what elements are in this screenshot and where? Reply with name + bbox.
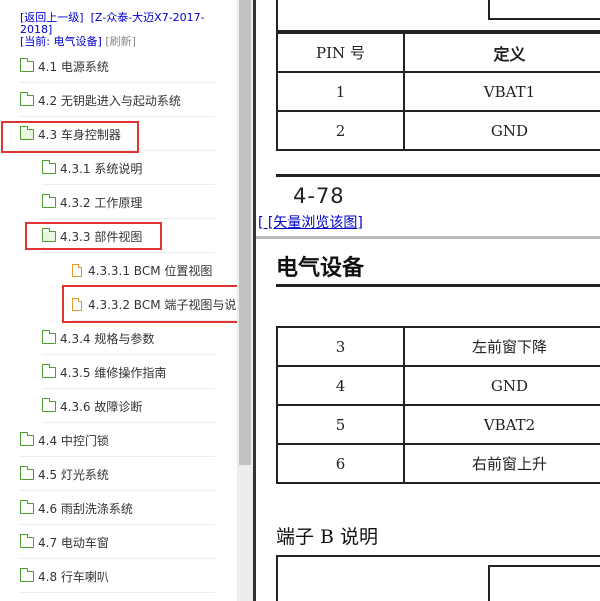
folder-icon	[20, 499, 34, 514]
tree-item-component-view[interactable]: 4.3.3 部件视图	[42, 220, 215, 253]
tree-item-label: 4.3.3 部件视图	[60, 229, 143, 244]
tree-item-label: 4.3.2 工作原理	[60, 195, 143, 210]
tree-item-keyless[interactable]: 4.2 无钥匙进入与起动系统	[20, 84, 215, 117]
folder-icon	[20, 533, 34, 548]
pin-table-middle: 3 左前窗下降 4 GND 5 VBAT2 6 右前窗上升	[276, 326, 600, 484]
table-header-cell: PIN 号	[276, 32, 405, 73]
folder-icon	[42, 397, 56, 412]
folder-icon	[20, 431, 34, 446]
tree-item-label: 4.6 雨刮洗涤系统	[38, 501, 133, 516]
folder-icon	[20, 57, 34, 72]
table-cell: VBAT1	[403, 71, 600, 112]
folder-open-icon	[20, 125, 34, 140]
tree-item-body-controller[interactable]: 4.3 车身控制器	[20, 118, 215, 151]
tree-item-label: 4.3 车身控制器	[38, 127, 121, 142]
table-header-cell: 定义	[403, 32, 600, 73]
folder-icon	[42, 363, 56, 378]
current-location: [当前: 电气设备]	[20, 35, 102, 48]
tree-item-label: 4.3.6 故障诊断	[60, 399, 143, 414]
tree-item-label: 4.8 行车喇叭	[38, 569, 109, 584]
tree-item-label: 4.3.3.1 BCM 位置视图	[88, 263, 213, 278]
tree-item-label: 4.3.5 维修操作指南	[60, 365, 167, 380]
pin-table-top: PIN 号 定义 1 VBAT1 2 GND	[276, 32, 600, 151]
table-cell: VBAT2	[403, 404, 600, 445]
table-cell: GND	[403, 365, 600, 406]
table-cell: 3	[276, 326, 405, 367]
table-cell: 2	[276, 110, 405, 151]
table-cell: 6	[276, 443, 405, 484]
tree-item-label: 4.3.1 系统说明	[60, 161, 143, 176]
table-row: 3 左前窗下降	[276, 326, 600, 367]
folder-open-icon	[42, 227, 56, 242]
tree-scrollbar-thumb[interactable]	[239, 0, 251, 465]
table-cell: 5	[276, 404, 405, 445]
file-icon	[72, 297, 82, 311]
refresh-link[interactable]: [刷新]	[105, 35, 136, 48]
tree-item-central-lock[interactable]: 4.4 中控门锁	[20, 424, 215, 457]
table-row: 1 VBAT1	[276, 71, 600, 112]
connector-diagram	[488, 565, 600, 601]
folder-icon	[20, 567, 34, 582]
table-cell: GND	[403, 110, 600, 151]
tree-item-power[interactable]: 4.1 电源系统	[20, 50, 215, 83]
tree-item-specifications[interactable]: 4.3.4 规格与参数	[42, 322, 215, 355]
tree-item-label: 4.3.4 规格与参数	[60, 331, 155, 346]
tree-item-label: 4.1 电源系统	[38, 59, 109, 74]
tree-item-label: 4.2 无钥匙进入与起动系统	[38, 93, 181, 108]
page-number: 4-78	[293, 184, 345, 208]
tree-item-label: 4.7 电动车窗	[38, 535, 109, 550]
tree-item-power-window[interactable]: 4.7 电动车窗	[20, 526, 215, 559]
tree-item-bcm-terminal[interactable]: 4.3.3.2 BCM 端子视图与说明	[72, 288, 237, 321]
tree-item-horn[interactable]: 4.8 行车喇叭	[20, 560, 215, 593]
connector-diagram	[488, 0, 600, 20]
vector-view-link[interactable]: [ [矢量浏览该图]	[258, 212, 363, 232]
tree-item-label: 4.3.3.2 BCM 端子视图与说明	[88, 297, 237, 312]
page-footer-rule	[276, 174, 600, 177]
document-view: PIN 号 定义 1 VBAT1 2 GND 4-78 [ [矢量浏览该图] 电…	[256, 0, 600, 601]
table-row: 5 VBAT2	[276, 404, 600, 445]
table-row: 6 右前窗上升	[276, 443, 600, 484]
tree-item-label: 4.4 中控门锁	[38, 433, 109, 448]
tree-item-diagnosis[interactable]: 4.3.6 故障诊断	[42, 390, 215, 423]
table-cell: 右前窗上升	[403, 443, 600, 484]
table-cell: 左前窗下降	[403, 326, 600, 367]
tree-panel: [返回上一级] [Z-众泰-大迈X7-2017-2018] [当前: 电气设备]…	[0, 0, 237, 601]
tree-header: [返回上一级] [Z-众泰-大迈X7-2017-2018] [当前: 电气设备]…	[20, 12, 235, 48]
folder-icon	[42, 329, 56, 344]
tree-item-lighting[interactable]: 4.5 灯光系统	[20, 458, 215, 491]
section-title: 电气设备	[276, 256, 365, 281]
folder-icon	[20, 91, 34, 106]
tree-item-bcm-location[interactable]: 4.3.3.1 BCM 位置视图	[72, 254, 237, 287]
table-row: 4 GND	[276, 365, 600, 406]
tree-item-working-principle[interactable]: 4.3.2 工作原理	[42, 186, 215, 219]
table-cell: 1	[276, 71, 405, 112]
section-title-rule	[276, 284, 600, 287]
folder-icon	[20, 465, 34, 480]
file-icon	[72, 263, 82, 277]
table-cell: 4	[276, 365, 405, 406]
folder-icon	[42, 159, 56, 174]
tree-item-system-description[interactable]: 4.3.1 系统说明	[42, 152, 215, 185]
tree-item-wiper[interactable]: 4.6 雨刮洗涤系统	[20, 492, 215, 525]
tree-item-repair-guide[interactable]: 4.3.5 维修操作指南	[42, 356, 215, 389]
folder-icon	[42, 193, 56, 208]
table-row: 2 GND	[276, 110, 600, 151]
subsection-title: 端子 B 说明	[276, 526, 379, 548]
page-separator	[256, 236, 600, 239]
tree-item-label: 4.5 灯光系统	[38, 467, 109, 482]
table-header-row: PIN 号 定义	[276, 32, 600, 73]
